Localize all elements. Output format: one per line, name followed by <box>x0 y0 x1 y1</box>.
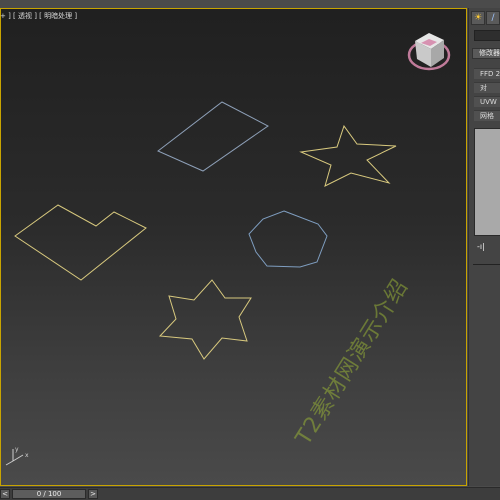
time-next-button[interactable]: > <box>88 489 98 499</box>
panel-divider <box>473 264 500 265</box>
five-point-star-shape[interactable] <box>299 124 397 187</box>
command-panel: ☀ ∕ 修改器 FFD 2 对 UVW 网格 -ı| <box>468 8 500 486</box>
object-name-field[interactable] <box>474 30 500 41</box>
viewport-label[interactable]: + ] [ 透视 ] [ 明暗处理 ] <box>0 10 77 22</box>
viewport-scene: x y <box>5 33 451 466</box>
sun-icon: ☀ <box>473 13 483 23</box>
modifier-stack-list[interactable] <box>474 128 500 236</box>
time-slider-thumb[interactable]: 0 / 100 <box>12 489 86 499</box>
curve-icon: ∕ <box>491 13 495 23</box>
stack-controls[interactable]: -ı| <box>477 242 485 251</box>
axis-x-label: x <box>25 452 29 459</box>
time-prev-button[interactable]: < <box>0 489 10 499</box>
perspective-viewport[interactable]: x y <box>0 8 467 486</box>
create-tab[interactable]: ☀ <box>471 11 485 25</box>
six-point-star-shape[interactable] <box>158 279 252 360</box>
l-shape[interactable] <box>14 204 147 281</box>
axis-y-label: y <box>15 446 19 453</box>
modifier-list-dropdown[interactable]: 修改器 <box>472 48 500 59</box>
ngon-shape[interactable] <box>248 210 328 268</box>
modifier-item-ffd[interactable]: FFD 2 <box>474 68 500 79</box>
viewcube-icon[interactable] <box>407 33 451 71</box>
modifier-item-mesh[interactable]: 网格 <box>474 110 500 121</box>
rectangle-shape[interactable] <box>157 101 269 172</box>
time-slider[interactable]: < 0 / 100 > <box>0 487 500 500</box>
modifier-item-2[interactable]: 对 <box>474 82 500 93</box>
modifier-item-uvw[interactable]: UVW <box>474 96 500 107</box>
modify-tab[interactable]: ∕ <box>486 11 500 25</box>
